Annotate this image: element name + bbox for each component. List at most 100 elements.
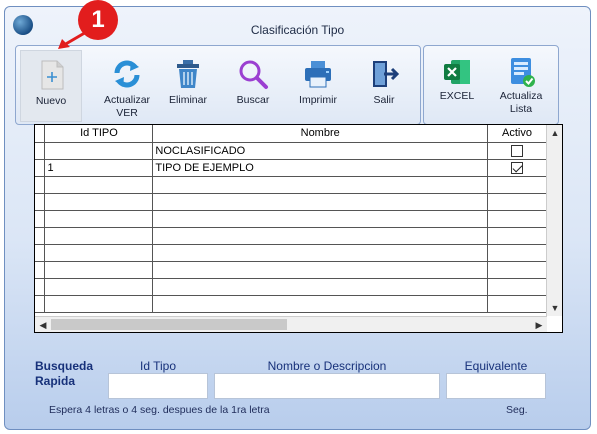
cell-activo[interactable] <box>487 261 547 279</box>
table-row[interactable] <box>35 193 547 211</box>
table-row[interactable] <box>35 295 547 313</box>
table-row[interactable] <box>35 176 547 194</box>
trash-icon <box>177 60 199 88</box>
buscar-label: Buscar <box>236 94 270 106</box>
pointer-arrow-icon <box>58 29 89 49</box>
cell-nombre[interactable]: TIPO DE EJEMPLO <box>152 159 489 177</box>
cell-activo[interactable] <box>487 193 547 211</box>
quick-search-label-line2: Rapida <box>35 374 76 388</box>
grid-table: Id TIPO Nombre Activo NOCLASIFICADO 1 TIPO… <box>35 125 547 313</box>
row-selector-cell[interactable] <box>35 210 46 228</box>
cell-activo[interactable] <box>487 278 547 296</box>
scroll-left-arrow-icon[interactable]: ◀ <box>35 317 51 333</box>
cell-activo[interactable] <box>487 210 547 228</box>
cell-activo[interactable] <box>487 295 547 313</box>
cell-nombre[interactable] <box>152 278 489 296</box>
cell-id-tipo[interactable] <box>44 244 154 262</box>
quick-search-label: Busqueda Rapida <box>35 359 93 389</box>
cell-activo[interactable] <box>487 227 547 245</box>
cell-nombre[interactable] <box>152 261 489 279</box>
cell-id-tipo[interactable] <box>44 227 154 245</box>
actualiza-lista-label: Actualiza Lista <box>499 90 543 115</box>
cell-activo[interactable] <box>487 142 547 160</box>
row-selector-cell[interactable] <box>35 278 46 296</box>
row-selector-cell[interactable] <box>35 295 46 313</box>
salir-label: Salir <box>373 94 395 106</box>
tipos-grid[interactable]: Id TIPO Nombre Activo NOCLASIFICADO 1 TIPO… <box>34 124 563 333</box>
nuevo-button[interactable]: Nuevo <box>20 50 82 122</box>
table-row[interactable] <box>35 261 547 279</box>
row-selector-cell[interactable] <box>35 227 46 245</box>
row-selector-cell[interactable] <box>35 261 46 279</box>
cell-id-tipo[interactable] <box>44 142 154 160</box>
cell-nombre[interactable] <box>152 295 489 313</box>
excel-label: EXCEL <box>439 90 475 102</box>
cell-id-tipo[interactable] <box>44 261 154 279</box>
grid-header-row: Id TIPO Nombre Activo <box>35 125 547 143</box>
quick-search-nombre-header: Nombre o Descripcion <box>267 359 387 373</box>
quick-search-id-input[interactable] <box>108 373 208 399</box>
quick-search-equivalente-input[interactable] <box>446 373 546 399</box>
secondary-toolbar: EXCEL Actualiza Lista <box>423 45 559 125</box>
row-selector-cell[interactable] <box>35 159 46 177</box>
imprimir-button[interactable]: Imprimir <box>287 50 349 122</box>
quick-search-equivalente-header: Equivalente <box>464 359 528 373</box>
table-row[interactable] <box>35 210 547 228</box>
cell-nombre[interactable] <box>152 244 489 262</box>
table-row[interactable] <box>35 227 547 245</box>
cell-activo[interactable] <box>487 176 547 194</box>
excel-icon <box>444 60 470 84</box>
quick-search-nombre-input[interactable] <box>214 373 440 399</box>
scroll-right-arrow-icon[interactable]: ▶ <box>531 317 547 333</box>
cell-nombre[interactable] <box>152 227 489 245</box>
horizontal-scroll-thumb[interactable] <box>51 319 287 330</box>
scroll-down-arrow-icon[interactable]: ▼ <box>547 300 563 316</box>
table-row[interactable] <box>35 278 547 296</box>
column-header-id-tipo[interactable]: Id TIPO <box>44 125 154 143</box>
salir-button[interactable]: Salir <box>353 50 415 122</box>
search-icon <box>239 60 268 89</box>
actualizar-ver-button[interactable]: Actualizar VER <box>92 50 162 122</box>
row-selector-cell[interactable] <box>35 142 46 160</box>
activo-checkbox[interactable] <box>511 161 523 174</box>
cell-activo[interactable] <box>487 159 547 177</box>
grid-horizontal-scrollbar[interactable]: ◀ ▶ <box>35 316 547 332</box>
eliminar-button[interactable]: Eliminar <box>157 50 219 122</box>
row-selector-cell[interactable] <box>35 244 46 262</box>
quick-search-id-header: Id Tipo <box>139 359 177 373</box>
cell-nombre[interactable] <box>152 176 489 194</box>
actualiza-lista-button[interactable]: Actualiza Lista <box>490 50 552 122</box>
grid-vertical-scrollbar[interactable]: ▲ ▼ <box>546 125 562 316</box>
table-row[interactable]: NOCLASIFICADO <box>35 142 547 160</box>
cell-nombre[interactable] <box>152 193 489 211</box>
cell-id-tipo[interactable] <box>44 278 154 296</box>
cell-activo[interactable] <box>487 244 547 262</box>
seconds-label: Seg. <box>506 404 528 416</box>
cell-id-tipo[interactable] <box>44 295 154 313</box>
buscar-button[interactable]: Buscar <box>222 50 284 122</box>
scroll-up-arrow-icon[interactable]: ▲ <box>547 125 563 141</box>
cell-id-tipo[interactable] <box>44 176 154 194</box>
cell-id-tipo[interactable] <box>44 210 154 228</box>
printer-icon <box>305 61 331 88</box>
eliminar-label: Eliminar <box>169 94 207 106</box>
cell-id-tipo[interactable] <box>44 193 154 211</box>
checklist-icon <box>511 58 535 87</box>
column-header-activo[interactable]: Activo <box>487 125 547 143</box>
table-row[interactable]: 1 TIPO DE EJEMPLO <box>35 159 547 177</box>
cell-id-tipo[interactable]: 1 <box>44 159 154 177</box>
excel-button[interactable]: EXCEL <box>426 50 488 122</box>
row-selector-cell[interactable] <box>35 176 46 194</box>
imprimir-label: Imprimir <box>299 94 337 106</box>
cell-nombre[interactable] <box>152 210 489 228</box>
cell-nombre[interactable]: NOCLASIFICADO <box>152 142 489 160</box>
column-header-nombre[interactable]: Nombre <box>152 125 489 143</box>
refresh-icon <box>114 60 140 88</box>
table-row[interactable] <box>35 244 547 262</box>
main-toolbar: Nuevo Actualizar VER Eliminar Buscar Imp… <box>15 45 421 125</box>
actualizar-ver-label: Actualizar VER <box>103 94 151 119</box>
activo-checkbox[interactable] <box>511 144 523 157</box>
grid-corner-cell <box>35 125 46 143</box>
quick-search-label-line1: Busqueda <box>35 359 94 373</box>
row-selector-cell[interactable] <box>35 193 46 211</box>
